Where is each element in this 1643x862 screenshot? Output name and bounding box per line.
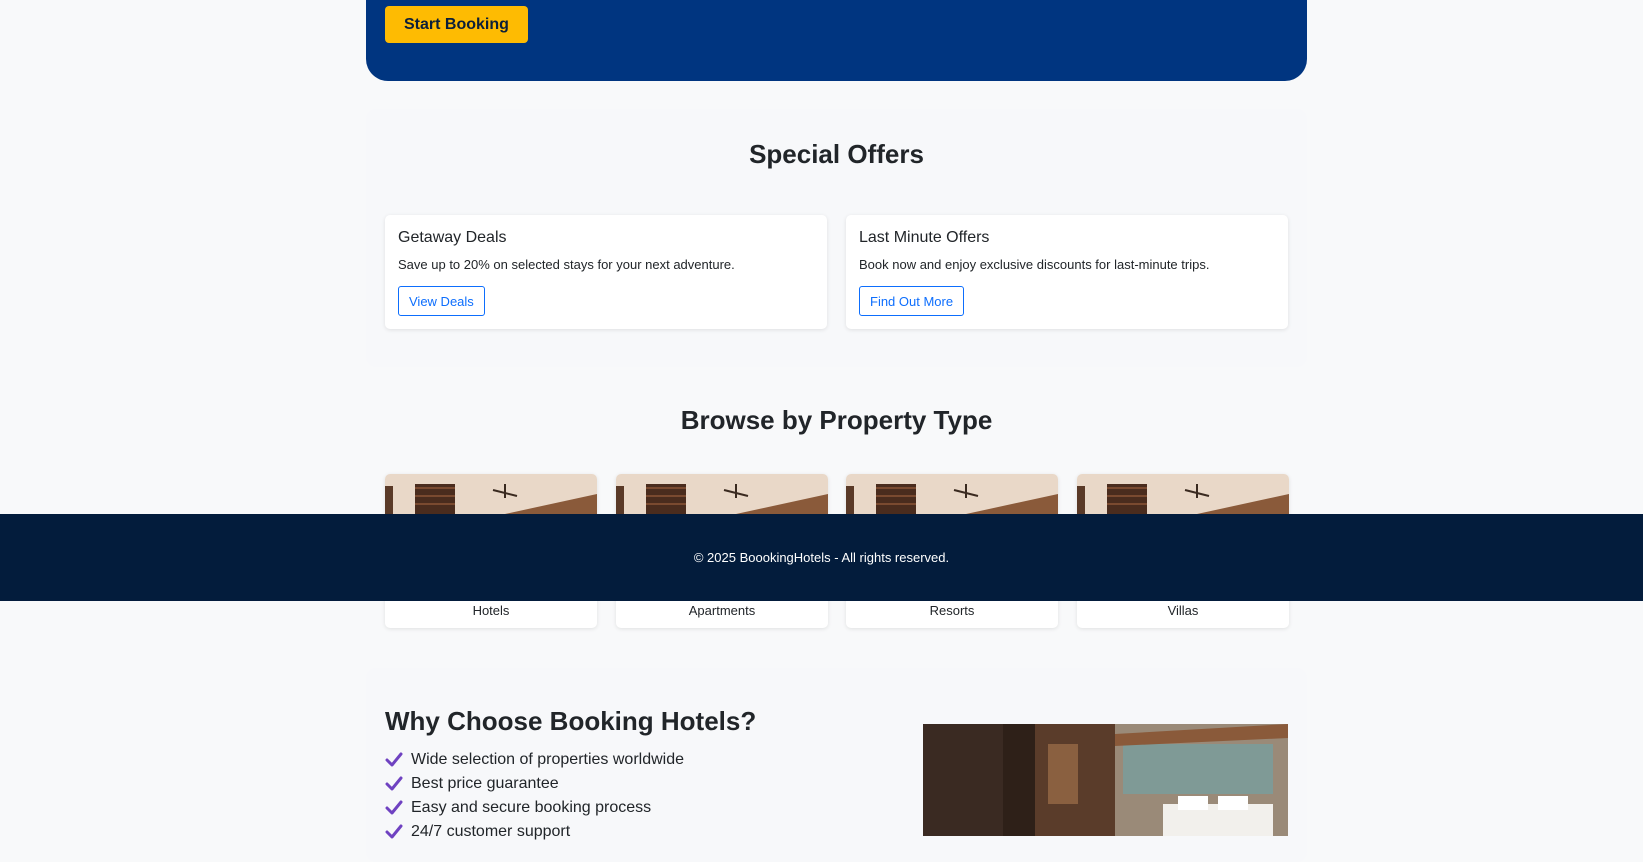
- check-icon: [385, 799, 403, 817]
- offer-title: Last Minute Offers: [859, 229, 990, 246]
- start-booking-button[interactable]: Start Booking: [385, 6, 528, 43]
- hero-banner: Start Booking: [366, 0, 1307, 81]
- feature-item: Wide selection of properties worldwide: [385, 748, 684, 772]
- check-icon: [385, 823, 403, 841]
- property-label: Villas: [1167, 603, 1199, 618]
- feature-item: 24/7 customer support: [385, 820, 684, 844]
- check-icon: [385, 775, 403, 793]
- offer-description: Book now and enjoy exclusive discounts f…: [859, 257, 1210, 272]
- feature-text: Wide selection of properties worldwide: [411, 751, 685, 768]
- footer: © 2025 BoookingHotels - All rights reser…: [0, 514, 1643, 601]
- offer-card-last-minute: Last Minute Offers Book now and enjoy ex…: [846, 215, 1288, 329]
- feature-item: Easy and secure booking process: [385, 796, 684, 820]
- feature-text: Best price guarantee: [411, 775, 559, 792]
- feature-text: Easy and secure booking process: [411, 799, 652, 816]
- copyright-text: © 2025 BoookingHotels - All rights reser…: [693, 550, 950, 565]
- hotel-interior-image: [923, 724, 1288, 836]
- find-out-more-button[interactable]: Find Out More: [859, 286, 965, 316]
- special-offers-section: Special Offers Getaway Deals Save up to …: [366, 109, 1307, 367]
- why-choose-section: Why Choose Booking Hotels? Wide selectio…: [366, 668, 1307, 862]
- feature-item: Best price guarantee: [385, 772, 684, 796]
- property-type-title: Browse by Property Type: [680, 405, 993, 435]
- property-label: Hotels: [472, 603, 510, 618]
- special-offers-title: Special Offers: [749, 139, 924, 169]
- offer-description: Save up to 20% on selected stays for you…: [398, 257, 735, 272]
- property-label: Apartments: [688, 603, 756, 618]
- why-choose-title: Why Choose Booking Hotels?: [385, 706, 757, 736]
- property-label: Resorts: [929, 603, 975, 618]
- offer-card-getaway: Getaway Deals Save up to 20% on selected…: [385, 215, 827, 329]
- feature-text: 24/7 customer support: [411, 823, 571, 840]
- offer-title: Getaway Deals: [398, 229, 507, 246]
- check-icon: [385, 751, 403, 769]
- feature-list: Wide selection of properties worldwide B…: [385, 748, 684, 844]
- view-deals-button[interactable]: View Deals: [398, 286, 485, 316]
